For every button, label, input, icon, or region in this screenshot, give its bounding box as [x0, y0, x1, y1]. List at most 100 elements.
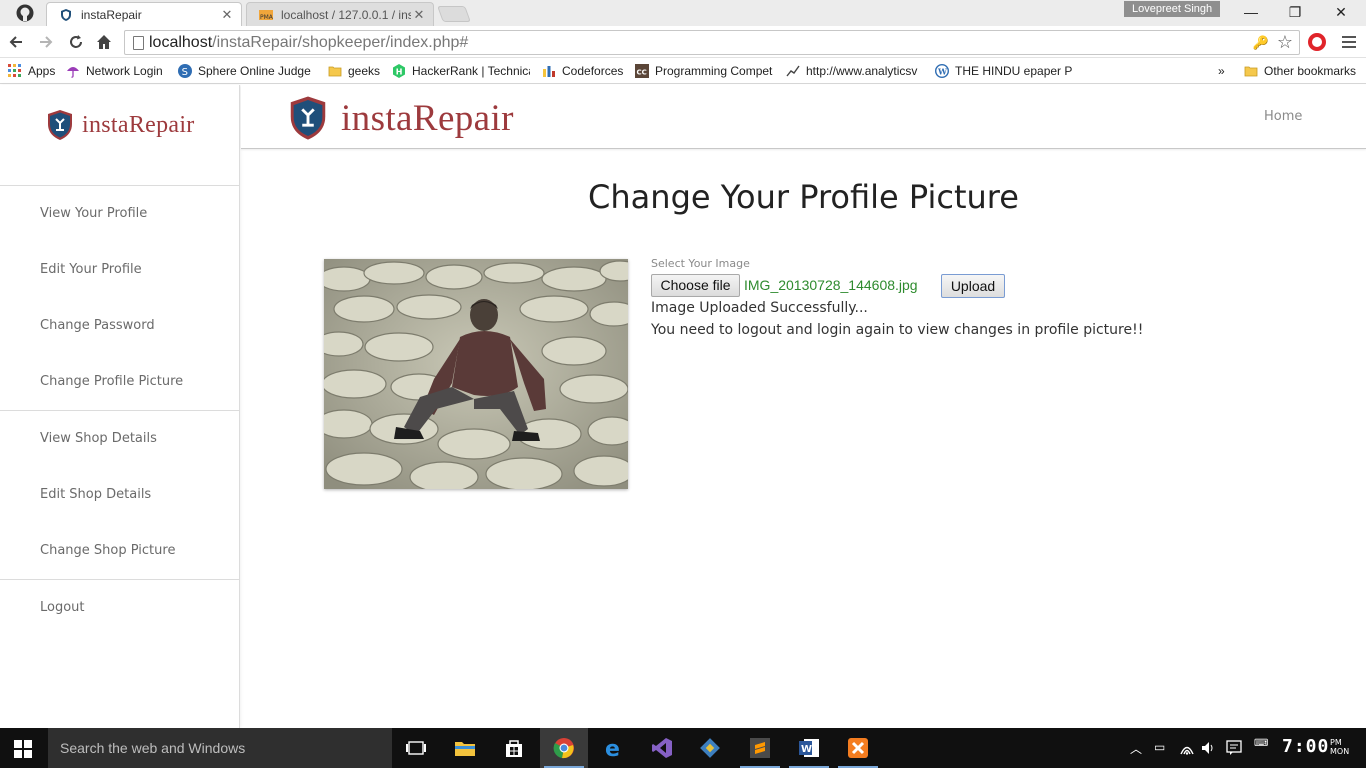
sublime-text-icon[interactable]: [736, 728, 784, 768]
home-link[interactable]: Home: [1264, 109, 1302, 124]
bookmark-codeforces[interactable]: Codeforces: [542, 62, 623, 80]
spoj-icon: S: [178, 64, 192, 78]
page-title: Change Your Profile Picture: [588, 178, 1019, 216]
browser-menu-icon[interactable]: [1342, 36, 1356, 51]
sidebar-item-edit-shop-details[interactable]: Edit Shop Details: [40, 487, 151, 502]
choose-file-button[interactable]: Choose file: [651, 274, 740, 297]
top-header: instaRepair Home: [241, 85, 1366, 149]
codechef-icon: CC: [635, 64, 649, 78]
sidebar-item-view-shop-details[interactable]: View Shop Details: [40, 431, 157, 446]
sidebar-item-view-profile[interactable]: View Your Profile: [40, 206, 147, 221]
windows-taskbar: Search the web and Windows e W ︿ ▭ ⌨ 7:0…: [0, 728, 1366, 768]
bookmark-label: Programming Compet: [655, 64, 773, 78]
task-view-icon[interactable]: [392, 728, 440, 768]
bookmark-label: geeks: [348, 64, 381, 78]
tab-title: instaRepair: [81, 7, 142, 22]
tab-instarepair[interactable]: instaRepair ✕: [46, 2, 242, 26]
visual-studio-icon[interactable]: [638, 728, 686, 768]
reload-icon[interactable]: [66, 32, 86, 52]
chart-icon: [786, 65, 800, 77]
battery-icon[interactable]: ▭: [1154, 740, 1165, 754]
bookmarks-bar: Apps Network Login S Sphere Online Judge…: [0, 58, 1366, 84]
profile-photo-image: [324, 259, 628, 489]
taskbar-search-placeholder: Search the web and Windows: [60, 740, 246, 756]
tab-title: localhost / 127.0.0.1 / inst: [281, 7, 411, 22]
bookmark-geeks[interactable]: geeks: [328, 62, 380, 80]
xampp-icon[interactable]: [834, 728, 882, 768]
word-icon[interactable]: W: [785, 728, 833, 768]
taskbar-clock[interactable]: 7:00: [1282, 736, 1329, 757]
more-bookmarks-chevron[interactable]: »: [1218, 62, 1225, 80]
sidebar-item-change-profile-picture[interactable]: Change Profile Picture: [40, 374, 183, 389]
sidebar-item-change-shop-picture[interactable]: Change Shop Picture: [40, 543, 175, 558]
bookmark-spoj[interactable]: S Sphere Online Judge: [178, 62, 316, 80]
sidebar-item-edit-profile[interactable]: Edit Your Profile: [40, 262, 142, 277]
chrome-taskbar-icon[interactable]: [540, 728, 588, 768]
svg-text:e: e: [605, 737, 620, 759]
bookmark-label: http://www.analyticsv: [806, 64, 918, 78]
svg-text:CC: CC: [637, 69, 647, 77]
sidebar-divider: [0, 410, 240, 411]
shield-favicon-icon: [61, 8, 71, 21]
show-hidden-icons-chevron[interactable]: ︿: [1130, 740, 1142, 757]
sidebar-item-change-password[interactable]: Change Password: [40, 318, 155, 333]
header-brand-name: instaRepair: [341, 97, 514, 139]
bookmark-codechef[interactable]: CC Programming Compet: [635, 62, 773, 80]
windows-store-icon[interactable]: [490, 728, 538, 768]
input-language-icon[interactable]: ⌨: [1254, 738, 1268, 749]
apps-grid-icon: [8, 64, 21, 77]
restore-icon[interactable]: ❐: [1280, 3, 1310, 21]
tab-phpmyadmin[interactable]: PMA localhost / 127.0.0.1 / inst ✕: [246, 2, 434, 26]
notifications-icon[interactable]: [1226, 740, 1242, 756]
window-close-icon[interactable]: ✕: [1326, 3, 1356, 21]
edge-icon[interactable]: e: [590, 728, 638, 768]
profile-picture: [324, 259, 628, 489]
key-icon[interactable]: 🔑: [1253, 35, 1269, 51]
header-logo[interactable]: instaRepair: [287, 95, 514, 141]
back-arrow-icon[interactable]: [6, 32, 26, 52]
new-tab-button[interactable]: [437, 6, 471, 22]
relogin-info-message: You need to logout and login again to vi…: [651, 322, 1144, 338]
bookmark-hackerrank[interactable]: H HackerRank | Technica: [392, 62, 530, 80]
url-text[interactable]: localhost/instaRepair/shopkeeper/index.p…: [149, 34, 468, 52]
sidebar-item-logout[interactable]: Logout: [40, 600, 85, 615]
address-bar[interactable]: localhost/instaRepair/shopkeeper/index.p…: [124, 30, 1300, 55]
bookmark-network-login[interactable]: Network Login: [66, 62, 163, 80]
wifi-icon[interactable]: [1180, 741, 1194, 755]
folder-icon: [328, 66, 342, 77]
bookmark-star-icon[interactable]: ☆: [1277, 32, 1293, 53]
shield-logo-icon: [290, 96, 326, 140]
upload-button[interactable]: Upload: [941, 274, 1005, 298]
browser-profile-name[interactable]: Lovepreet Singh: [1124, 1, 1221, 17]
opera-extension-icon[interactable]: [1308, 33, 1326, 51]
clock-day: MON: [1330, 747, 1350, 756]
speaker-icon[interactable]: [1201, 741, 1215, 755]
wordpress-icon: W: [935, 64, 949, 78]
forward-arrow-icon[interactable]: [36, 32, 56, 52]
taskbar-search-box[interactable]: Search the web and Windows: [48, 728, 392, 768]
url-path: /instaRepair/shopkeeper/index.php#: [212, 34, 469, 51]
close-tab-icon[interactable]: ✕: [219, 7, 235, 23]
codeforces-icon: [543, 66, 555, 77]
windows-start-icon[interactable]: [14, 740, 32, 758]
bookmark-analytics[interactable]: http://www.analyticsv: [786, 62, 922, 80]
sidebar-logo[interactable]: instaRepair: [46, 109, 195, 141]
close-tab-icon[interactable]: ✕: [411, 7, 427, 23]
bookmark-the-hindu[interactable]: W THE HINDU epaper PE: [935, 62, 1073, 80]
file-explorer-icon[interactable]: [441, 728, 489, 768]
bookmark-label: HackerRank | Technica: [412, 64, 530, 78]
minimize-icon[interactable]: —: [1236, 3, 1266, 21]
bookmark-apps[interactable]: Apps: [8, 62, 55, 80]
page-icon: [133, 36, 144, 50]
svg-text:W: W: [937, 67, 948, 77]
hackerrank-icon: H: [393, 64, 405, 78]
phpmyadmin-favicon-icon: PMA: [259, 9, 273, 21]
other-bookmarks[interactable]: Other bookmarks: [1244, 62, 1356, 80]
svg-text:W: W: [801, 744, 812, 755]
svg-text:H: H: [396, 68, 403, 77]
home-icon[interactable]: [94, 32, 114, 52]
git-app-icon[interactable]: [686, 728, 734, 768]
shield-logo-icon: [48, 110, 72, 140]
upload-success-message: Image Uploaded Successfully...: [651, 300, 868, 316]
github-icon[interactable]: [16, 4, 34, 22]
